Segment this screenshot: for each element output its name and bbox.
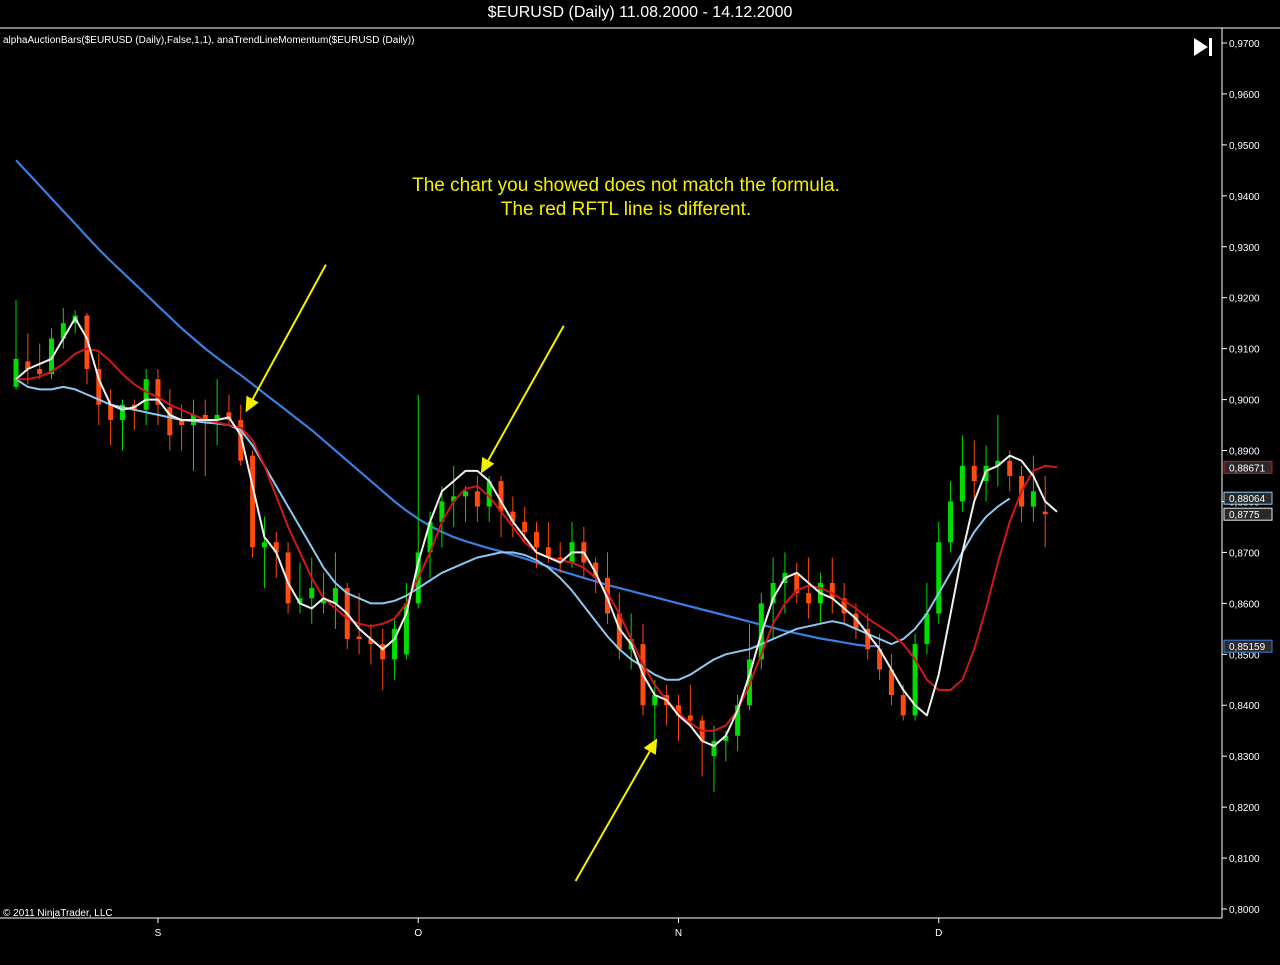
candle-body bbox=[971, 465, 977, 482]
x-tick-label: S bbox=[155, 928, 162, 939]
candle-body bbox=[959, 465, 965, 502]
candle-body bbox=[711, 740, 717, 757]
annotation-line-1: The chart you showed does not match the … bbox=[412, 175, 840, 196]
candle-body bbox=[1007, 460, 1013, 476]
candle-body bbox=[261, 542, 267, 548]
candle-body bbox=[534, 532, 540, 548]
candle-body bbox=[332, 588, 338, 604]
y-tick-label: 0,9700 bbox=[1229, 39, 1260, 50]
candle-body bbox=[900, 695, 906, 716]
y-tick-label: 0,8200 bbox=[1229, 803, 1260, 814]
candle-body bbox=[356, 636, 362, 640]
y-tick-label: 0,8900 bbox=[1229, 447, 1260, 458]
y-tick-label: 0,9300 bbox=[1229, 243, 1260, 254]
y-tick-label: 0,8000 bbox=[1229, 905, 1260, 916]
y-tick-label: 0,9200 bbox=[1229, 294, 1260, 305]
price-badge-label: 0,8775 bbox=[1229, 510, 1260, 521]
y-tick-label: 0,9000 bbox=[1229, 396, 1260, 407]
candle-body bbox=[806, 593, 812, 604]
annotation-line-2: The red RFTL line is different. bbox=[501, 199, 751, 220]
x-tick-label: N bbox=[675, 928, 682, 939]
candle-body bbox=[13, 358, 19, 387]
candle-body bbox=[522, 521, 528, 533]
price-badge-label: 0,88671 bbox=[1229, 463, 1266, 474]
y-tick-label: 0,8700 bbox=[1229, 548, 1260, 559]
y-tick-label: 0,8600 bbox=[1229, 599, 1260, 610]
candle-body bbox=[936, 542, 942, 614]
candle-body bbox=[948, 501, 954, 543]
candle-body bbox=[37, 369, 43, 375]
y-tick-label: 0,8100 bbox=[1229, 854, 1260, 865]
price-chart[interactable]: 0,9700 0,9600 0,9500 0,9400 0,9300 0,9200 0,91… bbox=[0, 0, 1280, 965]
candle-body bbox=[1030, 491, 1036, 507]
candle-body bbox=[829, 582, 835, 599]
y-tick-label: 0,9400 bbox=[1229, 192, 1260, 203]
x-axis-ticks: SOND bbox=[155, 918, 942, 939]
candle-body bbox=[924, 613, 930, 645]
candle-body bbox=[143, 379, 149, 410]
y-tick-label: 0,9500 bbox=[1229, 141, 1260, 152]
candle-body bbox=[474, 491, 480, 507]
candle-body bbox=[463, 491, 469, 497]
x-tick-label: O bbox=[414, 928, 422, 939]
indicator-label: alphaAuctionBars($EURUSD (Daily),False,1… bbox=[3, 35, 414, 46]
copyright-label: © 2011 NinjaTrader, LLC bbox=[3, 908, 113, 919]
price-badge-label: 0,88064 bbox=[1229, 494, 1266, 505]
y-tick-label: 0,8300 bbox=[1229, 752, 1260, 763]
y-axis-ticks: 0,9700 0,9600 0,9500 0,9400 0,9300 0,9200 0,91… bbox=[1222, 39, 1260, 916]
candle-body bbox=[687, 715, 693, 721]
candle-body bbox=[498, 481, 504, 512]
x-tick-label: D bbox=[935, 928, 942, 939]
y-tick-label: 0,9600 bbox=[1229, 90, 1260, 101]
price-badge-label: 0,85159 bbox=[1229, 642, 1266, 653]
candle-body bbox=[309, 588, 315, 599]
candle-body bbox=[108, 404, 114, 420]
y-tick-label: 0,9100 bbox=[1229, 345, 1260, 356]
y-tick-label: 0,8400 bbox=[1229, 701, 1260, 712]
plot-background bbox=[0, 28, 1222, 918]
candle-body bbox=[1042, 511, 1048, 515]
candle-body bbox=[250, 455, 256, 548]
